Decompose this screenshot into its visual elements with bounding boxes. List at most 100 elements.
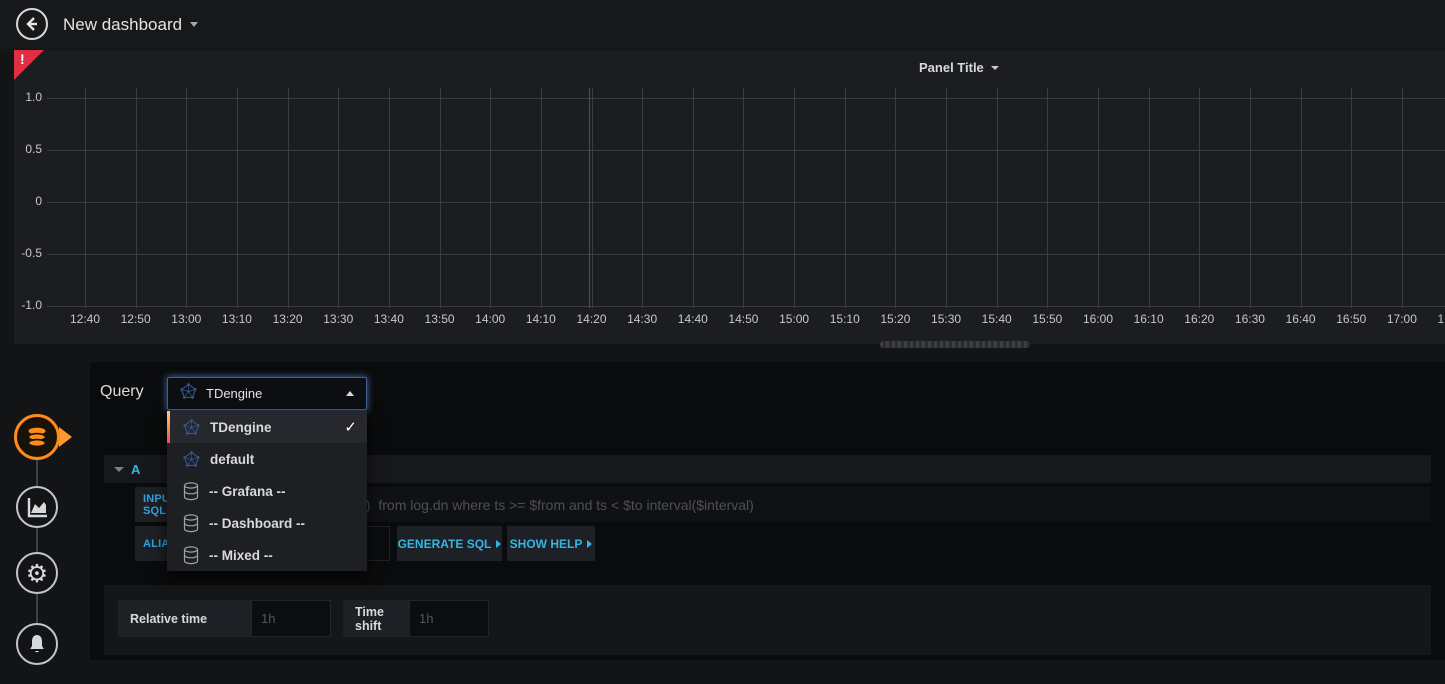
x-tick-label: 16:00 [1076,312,1120,326]
gridline-vertical [338,88,339,308]
x-tick-label: 15:50 [1025,312,1069,326]
x-tick-label: 15:30 [924,312,968,326]
x-tick-label: 16:40 [1279,312,1323,326]
gridline-vertical [1098,88,1099,308]
gridline-vertical [136,88,137,308]
gear-icon: ⚙ [26,561,48,586]
chevron-down-icon [991,66,999,70]
x-tick-label: 13:40 [367,312,411,326]
time-options-panel: Relative time Time shift [104,585,1431,655]
datasource-option-mixed[interactable]: -- Mixed -- [167,539,367,571]
relative-time-field[interactable] [251,600,331,637]
back-button[interactable] [16,8,48,40]
tdengine-star-icon [183,419,200,436]
graph-panel: ! Panel Title 1.0 0.5 0 -0.5 -1.0 12:40 12:50 1… [14,50,1445,344]
gridline-vertical [794,88,795,308]
x-tick-label: 13:50 [418,312,462,326]
check-icon: ✓ [344,418,357,436]
x-tick-label: 13:00 [164,312,208,326]
chevron-down-icon [190,22,198,27]
datasource-option-label: -- Mixed -- [209,548,273,563]
datasource-option-label: TDengine [210,420,272,435]
x-tick-label: 12:50 [114,312,158,326]
tab-queries[interactable] [14,414,60,460]
x-tick-label: 14:50 [721,312,765,326]
collapse-caret-icon [114,467,124,472]
gridline-vertical [592,88,593,308]
dashboard-title-dropdown[interactable]: New dashboard [63,0,198,49]
panel-error-corner[interactable]: ! [14,50,44,80]
arrow-left-icon [24,16,40,32]
x-tick-label: 16:20 [1177,312,1221,326]
bell-icon [25,632,49,656]
gridline-vertical [1149,88,1150,308]
datasource-option-tdengine[interactable]: TDengine ✓ [167,411,367,443]
gridline-horizontal [47,254,1445,255]
y-tick-label: 0 [14,194,42,208]
tab-connector-line [36,437,38,644]
generate-sql-button[interactable]: GENERATE SQL [397,526,502,561]
x-tick-label: 14:30 [620,312,664,326]
tdengine-star-icon [183,451,200,468]
show-help-button[interactable]: SHOW HELP [507,526,595,561]
x-tick-label: 14:40 [671,312,715,326]
database-icon [183,546,199,565]
datasource-select[interactable]: TDengine [167,377,367,410]
datasource-option-label: default [210,452,254,467]
gridline-vertical [1351,88,1352,308]
show-help-label: SHOW HELP [510,537,583,551]
gridline-vertical [186,88,187,308]
error-exclamation: ! [20,51,25,67]
gridline-vertical [237,88,238,308]
panel-title: Panel Title [919,60,984,75]
gridline-vertical [642,88,643,308]
gridline-vertical [1250,88,1251,308]
datasource-dropdown-menu: TDengine ✓ default -- Grafana -- -- Dashboar… [167,411,367,571]
x-tick-label: 16:10 [1127,312,1171,326]
gridline-vertical [440,88,441,308]
chart-icon [25,495,49,519]
x-tick-label: 12:40 [63,312,107,326]
x-tick-label: 15:40 [975,312,1019,326]
y-tick-label: 0.5 [14,142,42,156]
datasource-option-label: -- Grafana -- [209,484,286,499]
datasource-option-grafana[interactable]: -- Grafana -- [167,475,367,507]
gridline-vertical [1047,88,1048,308]
y-tick-label: -1.0 [14,298,42,312]
relative-time-label: Relative time [118,600,251,637]
tab-general[interactable]: ⚙ [16,552,58,594]
x-tick-label: 13:10 [215,312,259,326]
gridline-vertical [490,88,491,308]
time-shift-field[interactable] [409,600,489,637]
x-tick-label: 16:50 [1329,312,1373,326]
y-tick-label: -0.5 [14,246,42,260]
gridline-horizontal [47,306,1445,307]
horizontal-scrollbar-thumb[interactable] [880,341,1030,348]
x-tick-label: 13:20 [266,312,310,326]
x-tick-label: 15:20 [873,312,917,326]
annotation-line [589,88,590,308]
input-sql-field[interactable] [205,487,1431,522]
gridline-vertical [1199,88,1200,308]
x-tick-label: 14:00 [468,312,512,326]
arrow-right-icon [587,540,592,548]
x-tick-label: 17:10 [1431,312,1445,326]
datasource-option-label: -- Dashboard -- [209,516,305,531]
arrow-right-icon [496,540,501,548]
panel-title-menu[interactable]: Panel Title [919,60,999,75]
x-tick-label: 14:10 [519,312,563,326]
database-icon [183,514,199,533]
x-tick-label: 17:00 [1380,312,1424,326]
gridline-vertical [946,88,947,308]
tdengine-star-icon [180,383,197,405]
datasource-option-dashboard[interactable]: -- Dashboard -- [167,507,367,539]
time-shift-label: Time shift [343,600,409,637]
tab-visualization[interactable] [16,486,58,528]
database-icon [183,482,199,501]
gridline-vertical [743,88,744,308]
gridline-vertical [997,88,998,308]
y-tick-label: 1.0 [14,90,42,104]
x-tick-label: 15:00 [772,312,816,326]
tab-alert[interactable] [16,623,58,665]
datasource-option-default[interactable]: default [167,443,367,475]
